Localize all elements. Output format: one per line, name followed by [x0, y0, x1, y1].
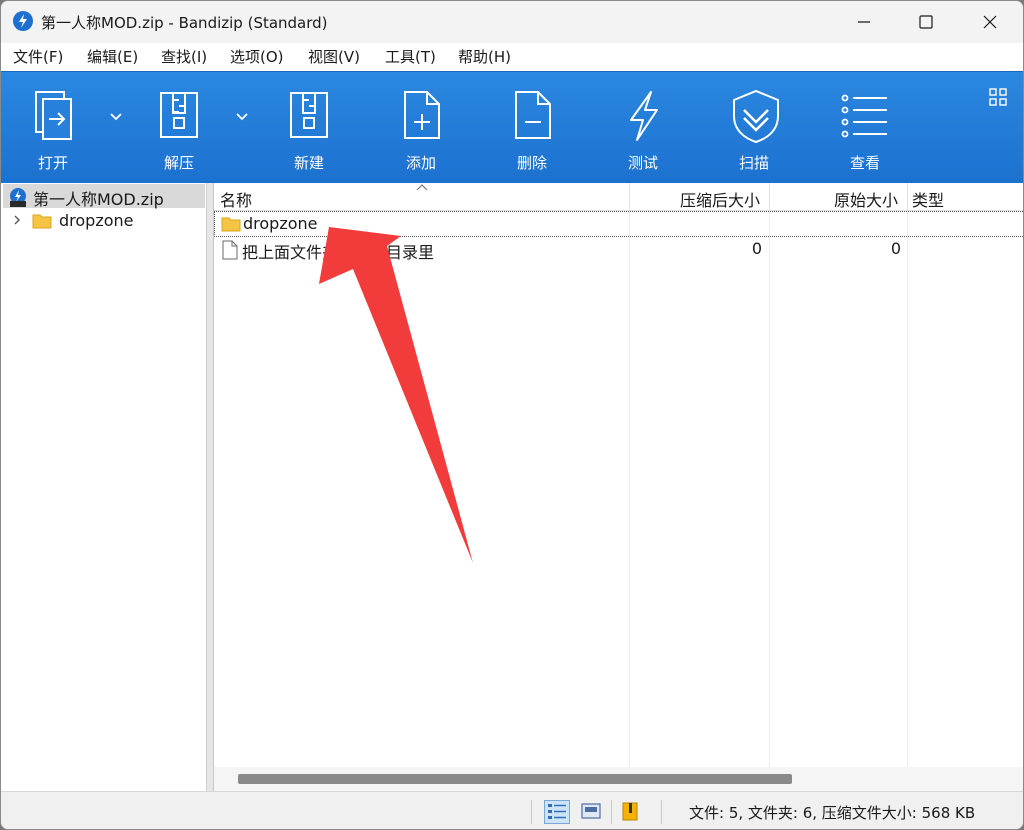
new-archive-label: 新建 — [293, 154, 324, 172]
minimize-button[interactable] — [835, 1, 893, 43]
add-file-icon — [404, 91, 440, 139]
add-label: 添加 — [405, 154, 436, 172]
row-name: dropzone — [243, 214, 318, 233]
extract-label: 解压 — [163, 154, 194, 172]
column-divider[interactable] — [629, 183, 630, 211]
thumbnail-view-button[interactable] — [579, 800, 605, 824]
table-row[interactable]: dropzone — [214, 211, 1023, 237]
open-label: 打开 — [37, 154, 68, 172]
column-divider[interactable] — [907, 183, 908, 211]
menu-edit[interactable]: 编辑(E) — [87, 46, 138, 67]
delete-button[interactable]: 删除 — [492, 72, 572, 184]
scan-button[interactable]: 扫描 — [714, 72, 794, 184]
extract-button[interactable]: 解压 — [139, 72, 219, 184]
bandizip-window: 第一人称MOD.zip - Bandizip (Standard) 文件(F) … — [0, 0, 1024, 830]
open-button[interactable]: 打开 — [13, 72, 93, 184]
menu-file[interactable]: 文件(F) — [13, 46, 63, 67]
column-header-compressed-size[interactable]: 压缩后大小 — [680, 187, 760, 211]
tree-root-label: 第一人称MOD.zip — [33, 190, 164, 209]
new-archive-button[interactable]: 新建 — [269, 72, 349, 184]
column-gridline — [629, 211, 630, 767]
row-compressed-size: 0 — [751, 239, 762, 258]
folder-icon — [221, 217, 241, 232]
bandizip-logo-icon — [13, 11, 33, 31]
status-text: 文件: 5, 文件夹: 6, 压缩文件大小: 568 KB — [689, 804, 976, 822]
file-list: 名称 压缩后大小 原始大小 类型 dropzone 把上面文件夹放游戏目录里 0… — [214, 183, 1023, 791]
status-divider — [531, 800, 532, 824]
tree-item-dropzone[interactable]: dropzone — [1, 209, 203, 233]
column-header-original-size[interactable]: 原始大小 — [834, 187, 898, 211]
view-label: 查看 — [849, 154, 880, 172]
layout-grid-icon[interactable] — [989, 88, 1007, 106]
status-bar: 文件: 5, 文件夹: 6, 压缩文件大小: 568 KB — [1, 791, 1023, 829]
test-button[interactable]: 测试 — [603, 72, 683, 184]
open-icon — [35, 91, 72, 140]
row-original-size: 0 — [890, 239, 901, 258]
chevron-right-icon[interactable] — [11, 214, 23, 226]
toolbar: 打开 解压 新建 添加 删除 测试 扫描 查看 — [1, 71, 1023, 183]
delete-label: 删除 — [516, 154, 547, 172]
row-name: 把上面文件夹放游戏目录里 — [242, 243, 435, 262]
tree-item-label: dropzone — [59, 211, 134, 230]
archive-info-button[interactable] — [619, 800, 645, 824]
menu-view[interactable]: 视图(V) — [308, 46, 360, 67]
maximize-button[interactable] — [897, 1, 955, 43]
shield-icon — [733, 89, 779, 144]
new-archive-icon — [290, 92, 328, 138]
delete-file-icon — [515, 91, 551, 139]
details-view-icon — [548, 804, 566, 819]
scan-label: 扫描 — [738, 154, 769, 172]
sort-ascending-icon — [416, 184, 428, 191]
menu-help[interactable]: 帮助(H) — [458, 46, 511, 67]
title-bar: 第一人称MOD.zip - Bandizip (Standard) — [1, 1, 1023, 43]
zip-archive-icon — [10, 188, 26, 207]
list-header: 名称 压缩后大小 原始大小 类型 — [214, 183, 1023, 211]
column-divider[interactable] — [769, 183, 770, 211]
status-divider — [611, 800, 612, 824]
details-view-button[interactable] — [544, 800, 570, 824]
menu-bar: 文件(F) 编辑(E) 查找(I) 选项(O) 视图(V) 工具(T) 帮助(H… — [1, 43, 1023, 71]
horizontal-scrollbar[interactable] — [214, 767, 1023, 791]
folder-tree: 第一人称MOD.zip dropzone — [1, 183, 207, 791]
thumbnail-view-icon — [581, 803, 601, 819]
lightning-icon — [630, 91, 658, 141]
add-button[interactable]: 添加 — [381, 72, 461, 184]
status-divider — [661, 800, 662, 824]
archive-info-icon — [622, 802, 638, 821]
extract-dropdown-chevron-icon[interactable] — [235, 110, 249, 124]
menu-tools[interactable]: 工具(T) — [385, 46, 436, 67]
folder-icon — [32, 214, 52, 229]
test-label: 测试 — [627, 154, 658, 172]
view-button[interactable]: 查看 — [825, 72, 905, 184]
file-icon — [222, 240, 238, 260]
column-header-type[interactable]: 类型 — [912, 187, 944, 211]
column-gridline — [907, 211, 908, 767]
table-row[interactable]: 把上面文件夹放游戏目录里 0 0 — [214, 237, 1023, 263]
pane-splitter[interactable] — [207, 183, 214, 791]
column-gridline — [769, 211, 770, 767]
menu-find[interactable]: 查找(I) — [161, 46, 207, 67]
extract-icon — [160, 92, 198, 138]
scrollbar-thumb[interactable] — [238, 774, 792, 784]
menu-options[interactable]: 选项(O) — [230, 46, 284, 67]
list-view-icon — [841, 94, 887, 138]
column-header-name[interactable]: 名称 — [220, 187, 252, 211]
window-title: 第一人称MOD.zip - Bandizip (Standard) — [41, 14, 328, 32]
tree-root-archive[interactable]: 第一人称MOD.zip — [3, 184, 205, 209]
close-button[interactable] — [961, 1, 1019, 43]
open-dropdown-chevron-icon[interactable] — [109, 110, 123, 124]
